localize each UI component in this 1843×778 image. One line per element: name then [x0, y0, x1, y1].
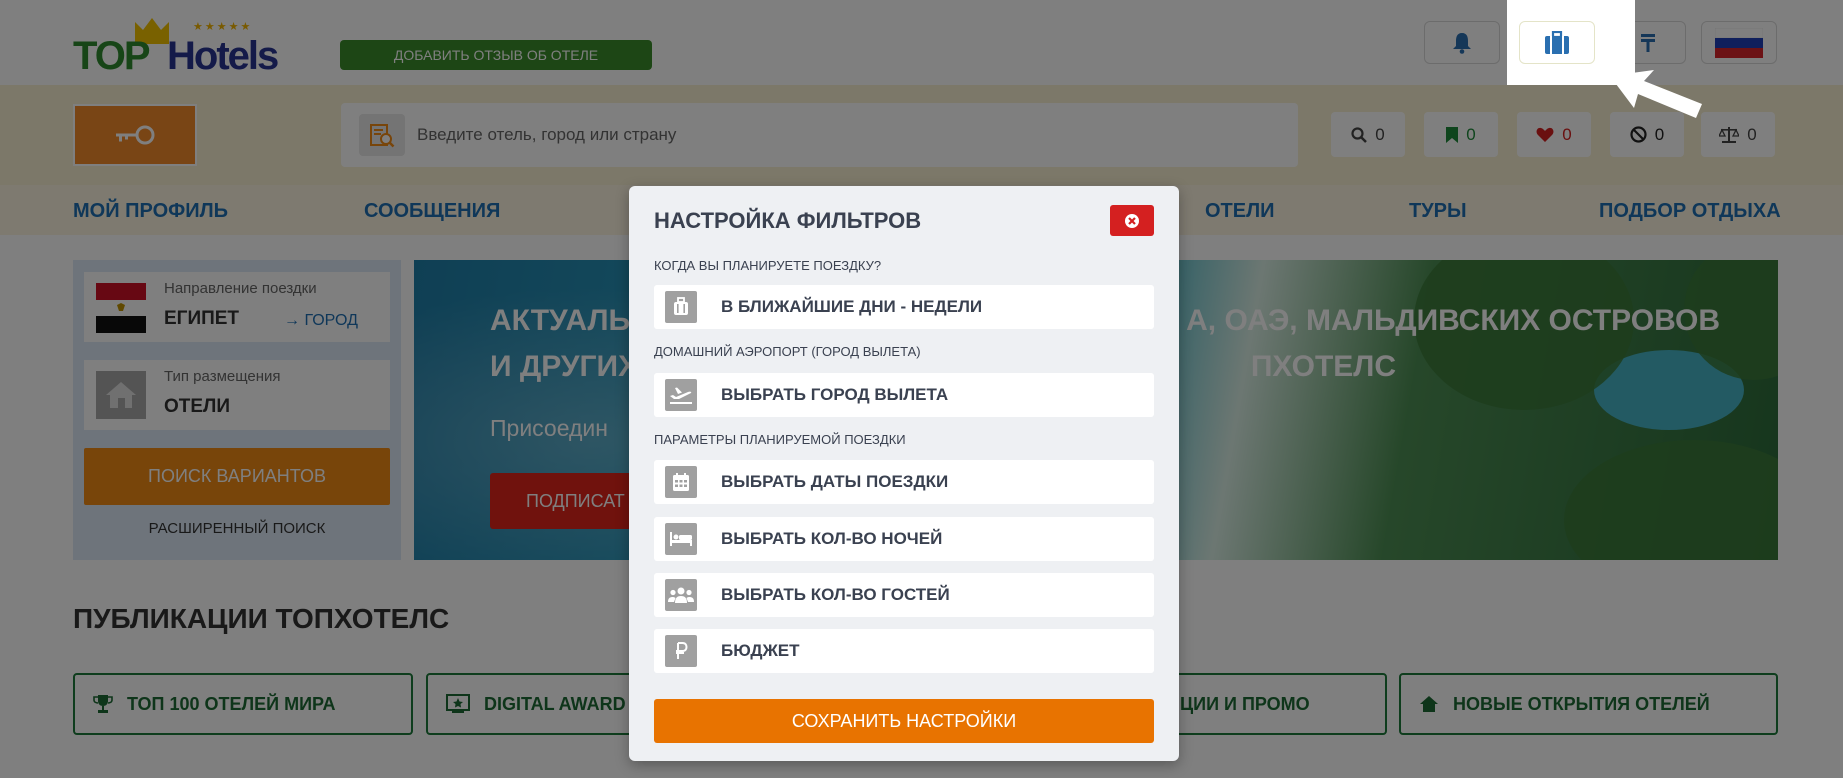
option-airport-label: ВЫБРАТЬ ГОРОД ВЫЛЕТА: [721, 385, 949, 404]
plane-departure-icon: [665, 379, 697, 411]
section-when: КОГДА ВЫ ПЛАНИРУЕТЕ ПОЕЗДКУ?: [654, 258, 882, 273]
close-icon: [1125, 213, 1139, 228]
filter-settings-modal: НАСТРОЙКА ФИЛЬТРОВ КОГДА ВЫ ПЛАНИРУЕТЕ П…: [629, 186, 1179, 761]
option-dates[interactable]: ВЫБРАТЬ ДАТЫ ПОЕЗДКИ: [654, 460, 1154, 504]
option-when[interactable]: В БЛИЖАЙШИЕ ДНИ - НЕДЕЛИ: [654, 285, 1154, 329]
modal-close-button[interactable]: [1110, 205, 1154, 236]
pointer-arrow-icon: [1610, 70, 1702, 118]
section-params: ПАРАМЕТРЫ ПЛАНИРУЕМОЙ ПОЕЗДКИ: [654, 432, 906, 447]
option-guests[interactable]: ВЫБРАТЬ КОЛ-ВО ГОСТЕЙ: [654, 573, 1154, 617]
modal-title: НАСТРОЙКА ФИЛЬТРОВ: [654, 208, 922, 233]
suitcase-icon: [1545, 30, 1569, 54]
option-budget[interactable]: БЮДЖЕТ: [654, 629, 1154, 673]
section-airport: ДОМАШНИЙ АЭРОПОРТ (ГОРОД ВЫЛЕТА): [654, 344, 921, 359]
option-budget-label: БЮДЖЕТ: [721, 641, 800, 660]
option-nights-label: ВЫБРАТЬ КОЛ-ВО НОЧЕЙ: [721, 529, 943, 548]
calendar-icon: [665, 466, 697, 498]
page: ★★★★★ TOP Hotels ДОБАВИТЬ ОТЗЫВ ОБ ОТЕЛЕ: [0, 0, 1843, 778]
guests-icon: [665, 579, 697, 611]
ruble-icon: [665, 635, 697, 667]
save-settings-button[interactable]: СОХРАНИТЬ НАСТРОЙКИ: [654, 699, 1154, 743]
option-dates-label: ВЫБРАТЬ ДАТЫ ПОЕЗДКИ: [721, 472, 949, 491]
trip-settings-button[interactable]: [1519, 21, 1595, 64]
option-nights[interactable]: ВЫБРАТЬ КОЛ-ВО НОЧЕЙ: [654, 517, 1154, 561]
luggage-icon: [665, 291, 697, 323]
bed-icon: [665, 523, 697, 555]
option-airport[interactable]: ВЫБРАТЬ ГОРОД ВЫЛЕТА: [654, 373, 1154, 417]
option-when-label: В БЛИЖАЙШИЕ ДНИ - НЕДЕЛИ: [721, 297, 983, 316]
option-guests-label: ВЫБРАТЬ КОЛ-ВО ГОСТЕЙ: [721, 585, 950, 604]
